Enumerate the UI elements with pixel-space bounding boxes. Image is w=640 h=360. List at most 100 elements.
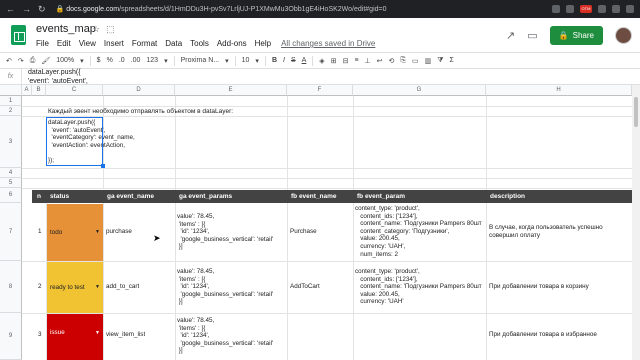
column-header-e[interactable]: E xyxy=(175,85,287,96)
fb-event-param[interactable]: content_type: 'product', content_ids: ['… xyxy=(355,205,486,258)
menu-help[interactable]: Help xyxy=(255,39,271,48)
bold-button[interactable]: B xyxy=(272,57,277,64)
row-header[interactable]: 8 xyxy=(0,261,22,313)
menu-data[interactable]: Data xyxy=(165,39,182,48)
paint-format-icon[interactable]: 🖌 xyxy=(41,57,50,65)
column-header-c[interactable]: C xyxy=(46,85,103,96)
column-header-d[interactable]: D xyxy=(103,85,175,96)
ga-event-name[interactable]: add_to_cart xyxy=(106,283,139,291)
chevron-down-icon[interactable]: ▾ xyxy=(80,57,84,65)
chart-icon[interactable]: ▥ xyxy=(425,57,432,65)
chevron-down-icon[interactable]: ▾ xyxy=(255,57,259,65)
redo-icon[interactable]: ↷ xyxy=(18,57,24,65)
profile-icon[interactable] xyxy=(612,5,620,13)
activity-chart-icon[interactable]: ↗ xyxy=(506,29,515,42)
ga-event-params[interactable]: value': 78.45, 'items' : [{ 'id': '1234'… xyxy=(177,268,273,306)
chevron-down-icon[interactable]: ▾ xyxy=(164,57,168,65)
link-icon[interactable]: ⎘ xyxy=(400,57,406,65)
font-size-select[interactable]: 10 xyxy=(242,57,250,64)
star-icon[interactable] xyxy=(552,5,560,13)
increase-decimal-button[interactable]: .00 xyxy=(131,57,141,64)
header-status[interactable]: status xyxy=(46,190,103,203)
print-icon[interactable]: ⎙ xyxy=(30,57,36,65)
menu-view[interactable]: View xyxy=(79,39,96,48)
chevron-down-icon[interactable]: ▼ xyxy=(95,262,100,313)
move-folder-icon[interactable]: ⬚ xyxy=(106,24,115,35)
wrap-icon[interactable]: ↩ xyxy=(377,57,383,65)
align-left-icon[interactable]: ≡ xyxy=(354,57,358,64)
event-number[interactable]: 2 xyxy=(38,283,42,291)
share-button[interactable]: 🔒 Share xyxy=(549,26,603,45)
header-ga-event-name[interactable]: ga event_name xyxy=(103,190,175,203)
fb-event-param[interactable]: content_type: 'product', content_ids: ['… xyxy=(355,268,486,306)
italic-button[interactable]: I xyxy=(283,57,285,64)
ga-event-name[interactable]: purchase xyxy=(106,228,132,236)
comment-icon[interactable]: ▭ xyxy=(527,29,537,42)
extension-icon[interactable] xyxy=(598,5,606,13)
fill-color-icon[interactable]: ◈ xyxy=(319,57,324,65)
merge-cells-icon[interactable]: ⊟ xyxy=(343,57,349,65)
vertical-scrollbar[interactable] xyxy=(632,85,640,360)
save-status[interactable]: All changes saved in Drive xyxy=(281,39,375,48)
row-header[interactable]: 5 xyxy=(0,178,22,188)
formula-value[interactable]: dataLayer.push({ 'event': 'autoEvent', xyxy=(22,68,88,86)
reload-icon[interactable]: ↻ xyxy=(38,4,46,15)
row-header[interactable]: 9 xyxy=(0,313,22,360)
status-badge[interactable]: ready to test ▼ xyxy=(47,262,103,313)
avatar[interactable] xyxy=(615,27,632,44)
instruction-note[interactable]: Каждый эвент необходимо отправлять объек… xyxy=(48,108,233,116)
column-header-g[interactable]: G xyxy=(353,85,486,96)
status-badge[interactable]: issue ▼ xyxy=(47,314,103,360)
menu-insert[interactable]: Insert xyxy=(104,39,124,48)
address-bar[interactable]: 🔒 docs.google.com/spreadsheets/d/1HmDDu3… xyxy=(56,5,486,13)
row-header[interactable]: 6 xyxy=(0,188,22,203)
fb-event-name[interactable]: AddToCart xyxy=(290,283,320,291)
filter-icon[interactable]: ⧩ xyxy=(437,57,443,65)
doc-title[interactable]: events_map xyxy=(36,23,96,35)
undo-icon[interactable]: ↶ xyxy=(6,57,12,65)
font-select[interactable]: Proxima N... xyxy=(181,57,220,64)
event-number[interactable]: 3 xyxy=(38,331,42,339)
row-header[interactable]: 4 xyxy=(0,168,22,178)
menu-edit[interactable]: Edit xyxy=(57,39,71,48)
extension-icon[interactable] xyxy=(566,5,574,13)
event-description[interactable]: При добавлении товара в корзину xyxy=(489,283,589,291)
decrease-decimal-button[interactable]: .0 xyxy=(119,57,125,64)
fb-event-name[interactable]: Purchase xyxy=(290,228,317,236)
forward-icon[interactable]: → xyxy=(22,4,31,15)
status-badge[interactable]: todo ▼ xyxy=(47,204,103,261)
more-formats-button[interactable]: 123 xyxy=(146,57,158,64)
back-icon[interactable]: ← xyxy=(6,4,15,15)
event-number[interactable]: 1 xyxy=(38,228,42,236)
menu-file[interactable]: File xyxy=(36,39,49,48)
column-header-f[interactable]: F xyxy=(287,85,353,96)
chevron-down-icon[interactable]: ▼ xyxy=(95,314,100,352)
formula-bar[interactable]: fx dataLayer.push({ 'event': 'autoEvent'… xyxy=(0,68,640,86)
borders-icon[interactable]: ⊞ xyxy=(331,57,337,65)
event-description[interactable]: В случае, когда пользователь успешно сов… xyxy=(489,224,603,239)
header-n[interactable]: n xyxy=(32,190,46,203)
column-header-a[interactable]: A xyxy=(22,85,32,96)
row-header[interactable]: 7 xyxy=(0,203,22,261)
select-all-corner[interactable] xyxy=(0,85,22,96)
otm-extension-icon[interactable]: OTM xyxy=(580,5,592,13)
header-description[interactable]: description xyxy=(486,190,632,203)
column-header-b[interactable]: B xyxy=(32,85,46,96)
valign-icon[interactable]: ⊥ xyxy=(365,57,371,65)
star-icon[interactable]: ☆ xyxy=(92,24,100,35)
menu-tools[interactable]: Tools xyxy=(190,39,209,48)
sheets-logo-icon[interactable] xyxy=(11,25,26,45)
zoom-select[interactable]: 100% xyxy=(56,57,74,64)
row-header[interactable]: 3 xyxy=(0,116,22,168)
header-ga-event-params[interactable]: ga event_params xyxy=(175,190,287,203)
header-fb-event-name[interactable]: fb event_name xyxy=(287,190,353,203)
menu-addons[interactable]: Add-ons xyxy=(217,39,247,48)
ga-event-params[interactable]: value': 78.45, 'items' : [{ 'id': '1234'… xyxy=(177,213,273,251)
chevron-down-icon[interactable]: ▾ xyxy=(225,57,229,65)
spreadsheet-grid[interactable]: A B C D E F G H 1 2 3 4 5 6 7 8 9 Каждый… xyxy=(0,85,632,360)
currency-button[interactable]: $ xyxy=(97,57,101,64)
strikethrough-button[interactable]: S xyxy=(291,57,296,64)
event-description[interactable]: При добавлении товара в избранное xyxy=(489,331,597,339)
rotate-text-icon[interactable]: ⟲ xyxy=(389,57,395,65)
function-icon[interactable]: Σ xyxy=(450,57,454,64)
